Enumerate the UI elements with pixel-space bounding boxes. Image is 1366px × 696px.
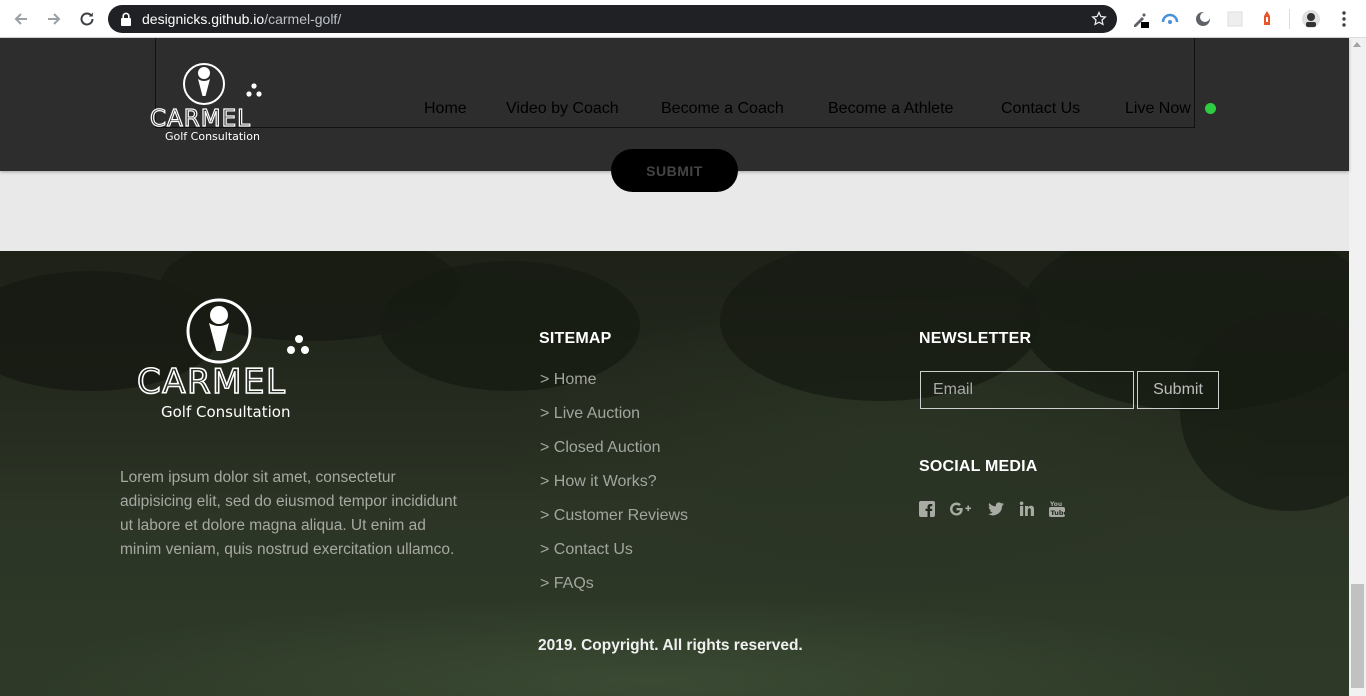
nav-video-by-coach[interactable]: Video by Coach xyxy=(506,100,619,118)
nav-become-a-coach[interactable]: Become a Coach xyxy=(661,100,784,118)
form-submit-button[interactable]: SUBMIT xyxy=(611,149,738,192)
svg-text:Golf Consultation: Golf Consultation xyxy=(165,130,260,143)
social-links: YouTube xyxy=(919,500,1079,518)
grid-extension-icon[interactable] xyxy=(1225,9,1245,29)
live-indicator-dot xyxy=(1205,103,1216,114)
linkedin-icon[interactable] xyxy=(1019,500,1035,518)
sitemap-link-customer-reviews[interactable]: > Customer Reviews xyxy=(540,507,688,541)
newsletter-email-input[interactable] xyxy=(920,371,1134,409)
menu-kebab-icon[interactable] xyxy=(1334,9,1354,29)
google-plus-icon[interactable] xyxy=(949,500,973,518)
svg-text:You: You xyxy=(1049,501,1062,508)
scroll-up-arrow-icon[interactable] xyxy=(1353,42,1361,47)
sitemap-link-live-auction[interactable]: > Live Auction xyxy=(540,405,688,439)
footer-about-text: Lorem ipsum dolor sit amet, consectetur … xyxy=(120,469,457,558)
dark-mode-extension-icon[interactable] xyxy=(1193,9,1213,29)
reload-icon[interactable] xyxy=(76,8,98,30)
sitemap-list: > Home > Live Auction > Closed Auction >… xyxy=(540,371,688,609)
lock-icon xyxy=(121,12,131,26)
nav-contact-us[interactable]: Contact Us xyxy=(1001,100,1080,118)
newsletter-submit-button[interactable]: Submit xyxy=(1137,371,1219,409)
scrollbar-thumb[interactable] xyxy=(1351,584,1364,688)
nav-become-a-athlete[interactable]: Become a Athlete xyxy=(828,100,953,118)
url-text: designicks.github.io/carmel-golf/ xyxy=(142,11,342,27)
carmel-logo[interactable]: CARMEL Golf Consultation xyxy=(148,60,272,144)
nav-home[interactable]: Home xyxy=(424,100,467,118)
sitemap-link-contact-us[interactable]: > Contact Us xyxy=(540,541,688,575)
site-footer: CARMEL Golf Consultation Lorem ipsum dol… xyxy=(0,251,1349,696)
speed-extension-icon[interactable] xyxy=(1160,9,1180,29)
back-icon[interactable] xyxy=(10,8,32,30)
svg-text:CARMEL: CARMEL xyxy=(137,362,286,402)
browser-toolbar: designicks.github.io/carmel-golf/ xyxy=(0,0,1366,38)
address-bar[interactable]: designicks.github.io/carmel-golf/ xyxy=(108,5,1117,33)
youtube-icon[interactable]: YouTube xyxy=(1049,500,1065,518)
sitemap-link-faqs[interactable]: > FAQs xyxy=(540,575,688,609)
social-media-title: SOCIAL MEDIA xyxy=(919,458,1038,475)
sitemap-title: SITEMAP xyxy=(539,330,612,347)
sitemap-link-how-it-works[interactable]: > How it Works? xyxy=(540,473,688,507)
alert-extension-icon[interactable] xyxy=(1257,9,1277,29)
carmel-footer-logo[interactable]: CARMEL Golf Consultation xyxy=(135,297,325,425)
newsletter-title: NEWSLETTER xyxy=(919,330,1032,347)
page-scrollbar[interactable] xyxy=(1349,38,1366,696)
bookmark-star-icon[interactable] xyxy=(1091,11,1107,27)
forward-icon[interactable] xyxy=(43,8,65,30)
svg-text:Tube: Tube xyxy=(1051,509,1066,517)
svg-text:CARMEL: CARMEL xyxy=(150,106,251,132)
twitter-icon[interactable] xyxy=(987,500,1005,518)
eyedropper-extension-icon[interactable] xyxy=(1130,9,1150,29)
svg-text:Golf Consultation: Golf Consultation xyxy=(161,403,290,421)
facebook-icon[interactable] xyxy=(919,500,935,518)
sitemap-link-closed-auction[interactable]: > Closed Auction xyxy=(540,439,688,473)
copyright-text: 2019. Copyright. All rights reserved. xyxy=(538,637,803,654)
nav-live-now[interactable]: Live Now xyxy=(1125,100,1191,118)
profile-avatar-icon[interactable] xyxy=(1301,9,1321,29)
sitemap-link-home[interactable]: > Home xyxy=(540,371,688,405)
toolbar-divider xyxy=(1289,9,1290,29)
